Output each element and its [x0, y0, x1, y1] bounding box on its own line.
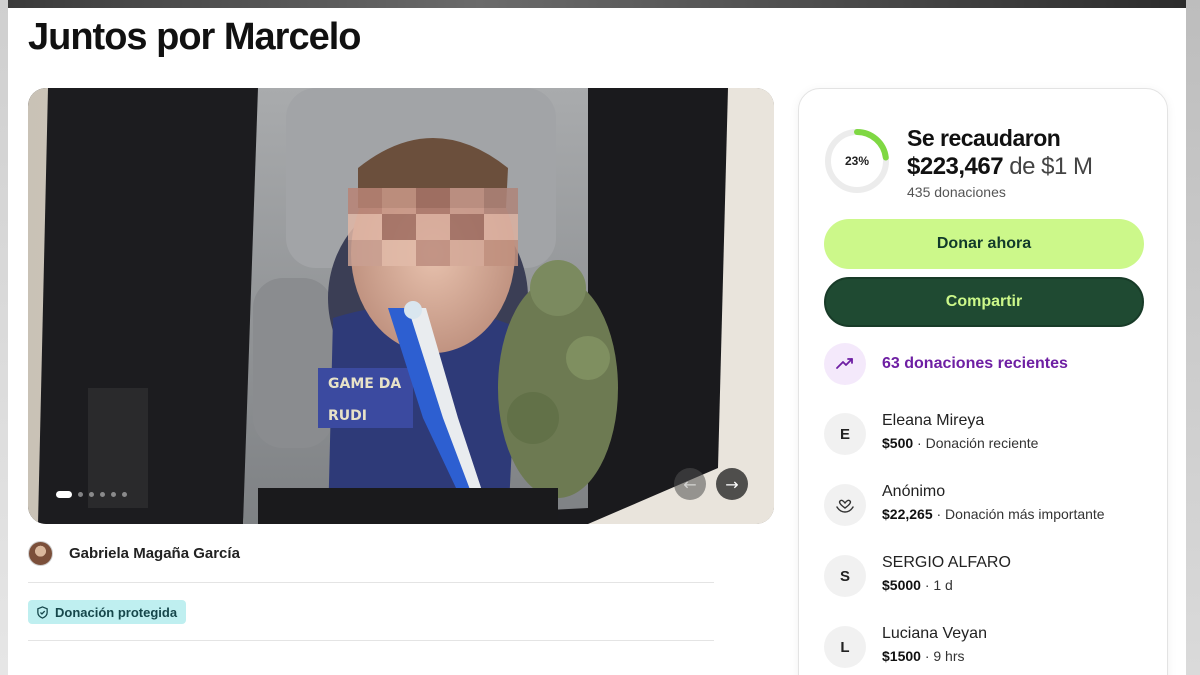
gallery-dot[interactable]	[111, 492, 116, 497]
left-edge	[0, 0, 8, 675]
page-title: Juntos por Marcelo	[28, 16, 361, 58]
donation-meta: $5000 · 1 d	[882, 575, 1011, 595]
gallery-dot[interactable]	[100, 492, 105, 497]
organizer-name: Gabriela Magaña García	[69, 545, 240, 562]
donation-detail: · Donación más importante	[936, 506, 1105, 522]
divider	[28, 582, 714, 583]
recent-donations-link[interactable]: 63 donaciones recientes	[824, 343, 1068, 385]
donation-amount: $22,265	[882, 506, 933, 522]
goal-amount: de $1 M	[1009, 153, 1093, 180]
donation-amount: $5000	[882, 577, 921, 593]
divider	[28, 640, 714, 641]
right-edge	[1186, 0, 1200, 675]
campaign-photo[interactable]: GAME DA RUDI ← →	[28, 88, 774, 524]
donation-card: 23% Se recaudaron $223,467 de $1 M 435 d…	[798, 88, 1168, 675]
protected-label: Donación protegida	[55, 604, 178, 620]
organizer-avatar	[28, 541, 53, 566]
gallery-dot-active[interactable]	[56, 491, 72, 498]
donation-item: E Eleana Mireya $500 · Donación reciente	[824, 411, 1038, 455]
organizer[interactable]: Gabriela Magaña García	[28, 541, 240, 566]
gallery-dot[interactable]	[122, 492, 127, 497]
donation-item: Anónimo $22,265 · Donación más important…	[824, 482, 1105, 526]
gallery-dot[interactable]	[89, 492, 94, 497]
donor-name: Anónimo	[882, 483, 946, 500]
donation-meta: $1500 · 9 hrs	[882, 646, 987, 666]
donation-amount: $500	[882, 435, 914, 451]
trending-up-icon	[824, 343, 866, 385]
donation-count: 435 donaciones	[907, 184, 1006, 200]
donation-meta: $500 · Donación reciente	[882, 433, 1038, 453]
arrow-left-icon: ←	[683, 474, 697, 494]
donation-item: L Luciana Veyan $1500 · 9 hrs	[824, 624, 987, 668]
protected-donation-badge[interactable]: Donación protegida	[28, 600, 187, 624]
donation-item: S SERGIO ALFARO $5000 · 1 d	[824, 553, 1011, 597]
donor-name: Luciana Veyan	[882, 625, 987, 642]
gallery-pagination	[56, 491, 127, 498]
donor-initial-avatar: S	[824, 555, 866, 597]
donor-name: SERGIO ALFARO	[882, 554, 1011, 571]
raised-amount: $223,467	[907, 153, 1004, 180]
shield-icon	[37, 605, 48, 619]
heart-hands-icon	[824, 484, 866, 526]
donor-initial-avatar: E	[824, 413, 866, 455]
raised-label: Se recaudaron	[907, 125, 1061, 151]
donation-detail: · 9 hrs	[924, 648, 965, 664]
donate-now-button[interactable]: Donar ahora	[824, 219, 1144, 269]
donor-name: Eleana Mireya	[882, 412, 985, 429]
top-edge	[0, 0, 1200, 8]
gallery-prev-button[interactable]: ←	[674, 468, 706, 500]
raised-amount-line: $223,467 de $1 M	[907, 153, 1093, 181]
donation-detail: · Donación reciente	[917, 435, 1039, 451]
gallery-dot[interactable]	[78, 492, 83, 497]
donation-meta: $22,265 · Donación más importante	[882, 504, 1105, 524]
svg-text:RUDI: RUDI	[328, 408, 367, 424]
campaign-photo-illustration: GAME DA RUDI	[28, 88, 774, 524]
share-button[interactable]: Compartir	[824, 277, 1144, 327]
svg-text:GAME DA: GAME DA	[328, 376, 401, 392]
arrow-right-icon: →	[725, 474, 739, 494]
progress-percent: 23%	[844, 154, 870, 168]
donor-initial-avatar: L	[824, 626, 866, 668]
donation-amount: $1500	[882, 648, 921, 664]
recent-donations-label: 63 donaciones recientes	[882, 355, 1068, 372]
donation-detail: · 1 d	[924, 577, 953, 593]
gallery-next-button[interactable]: →	[716, 468, 748, 500]
